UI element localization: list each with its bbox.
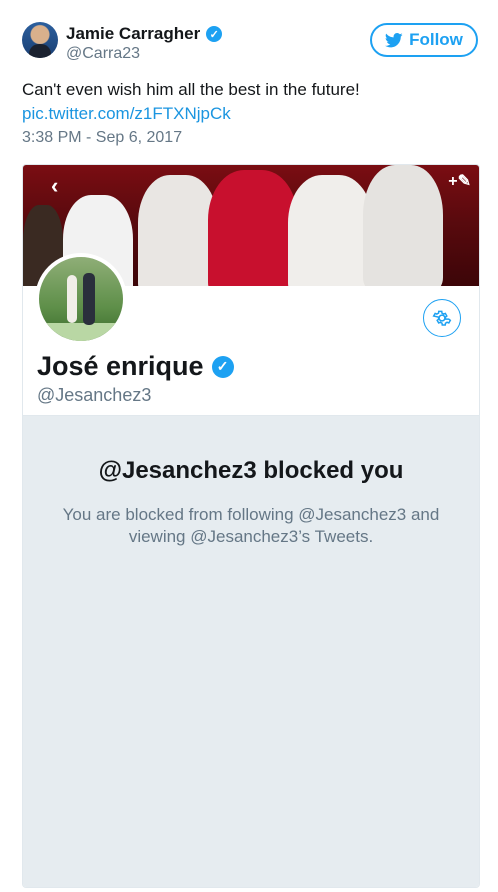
author-name[interactable]: Jamie Carragher <box>66 24 200 44</box>
edit-plus-icon[interactable]: +✎ <box>448 171 471 191</box>
banner-figure <box>138 175 218 286</box>
embedded-profile-card: ‹ +✎ José enrique ✓ @Jesanchez3 @Jesanch… <box>22 164 480 888</box>
gear-icon <box>432 310 452 326</box>
tweet-text: Can't even wish him all the best in the … <box>22 80 360 99</box>
avatar-floor <box>39 323 123 341</box>
tweet-header: Jamie Carragher ✓ @Carra23 Follow <box>22 18 478 68</box>
follow-button[interactable]: Follow <box>370 23 478 57</box>
profile-name-row[interactable]: José enrique ✓ <box>37 351 234 382</box>
banner-figure <box>208 170 298 286</box>
author-avatar[interactable] <box>22 22 58 58</box>
banner-figure <box>288 175 373 286</box>
blocked-panel: @Jesanchez3 blocked you You are blocked … <box>23 415 479 887</box>
follow-label: Follow <box>409 30 463 49</box>
author-handle[interactable]: @Carra23 <box>66 45 140 63</box>
profile-handle[interactable]: @Jesanchez3 <box>37 385 151 406</box>
settings-button[interactable] <box>423 299 461 337</box>
tweet-timestamp[interactable]: 3:38 PM - Sep 6, 2017 <box>22 129 182 147</box>
blocked-title: @Jesanchez3 blocked you <box>98 457 404 484</box>
tweet-media-link[interactable]: pic.twitter.com/z1FTXNjpCk <box>22 104 231 124</box>
avatar-figure <box>83 273 95 325</box>
profile-name[interactable]: José enrique <box>37 351 204 382</box>
blocked-description: You are blocked from following @Jesanche… <box>62 505 440 546</box>
chevron-left-icon[interactable]: ‹ <box>51 173 58 199</box>
profile-avatar[interactable] <box>35 253 127 345</box>
avatar-figure <box>67 275 77 323</box>
banner-figure <box>363 165 443 286</box>
verified-badge-icon: ✓ <box>206 26 223 42</box>
twitter-bird-icon <box>385 32 403 47</box>
verified-badge-icon: ✓ <box>211 355 234 378</box>
author-name-row[interactable]: Jamie Carragher ✓ <box>66 24 223 44</box>
